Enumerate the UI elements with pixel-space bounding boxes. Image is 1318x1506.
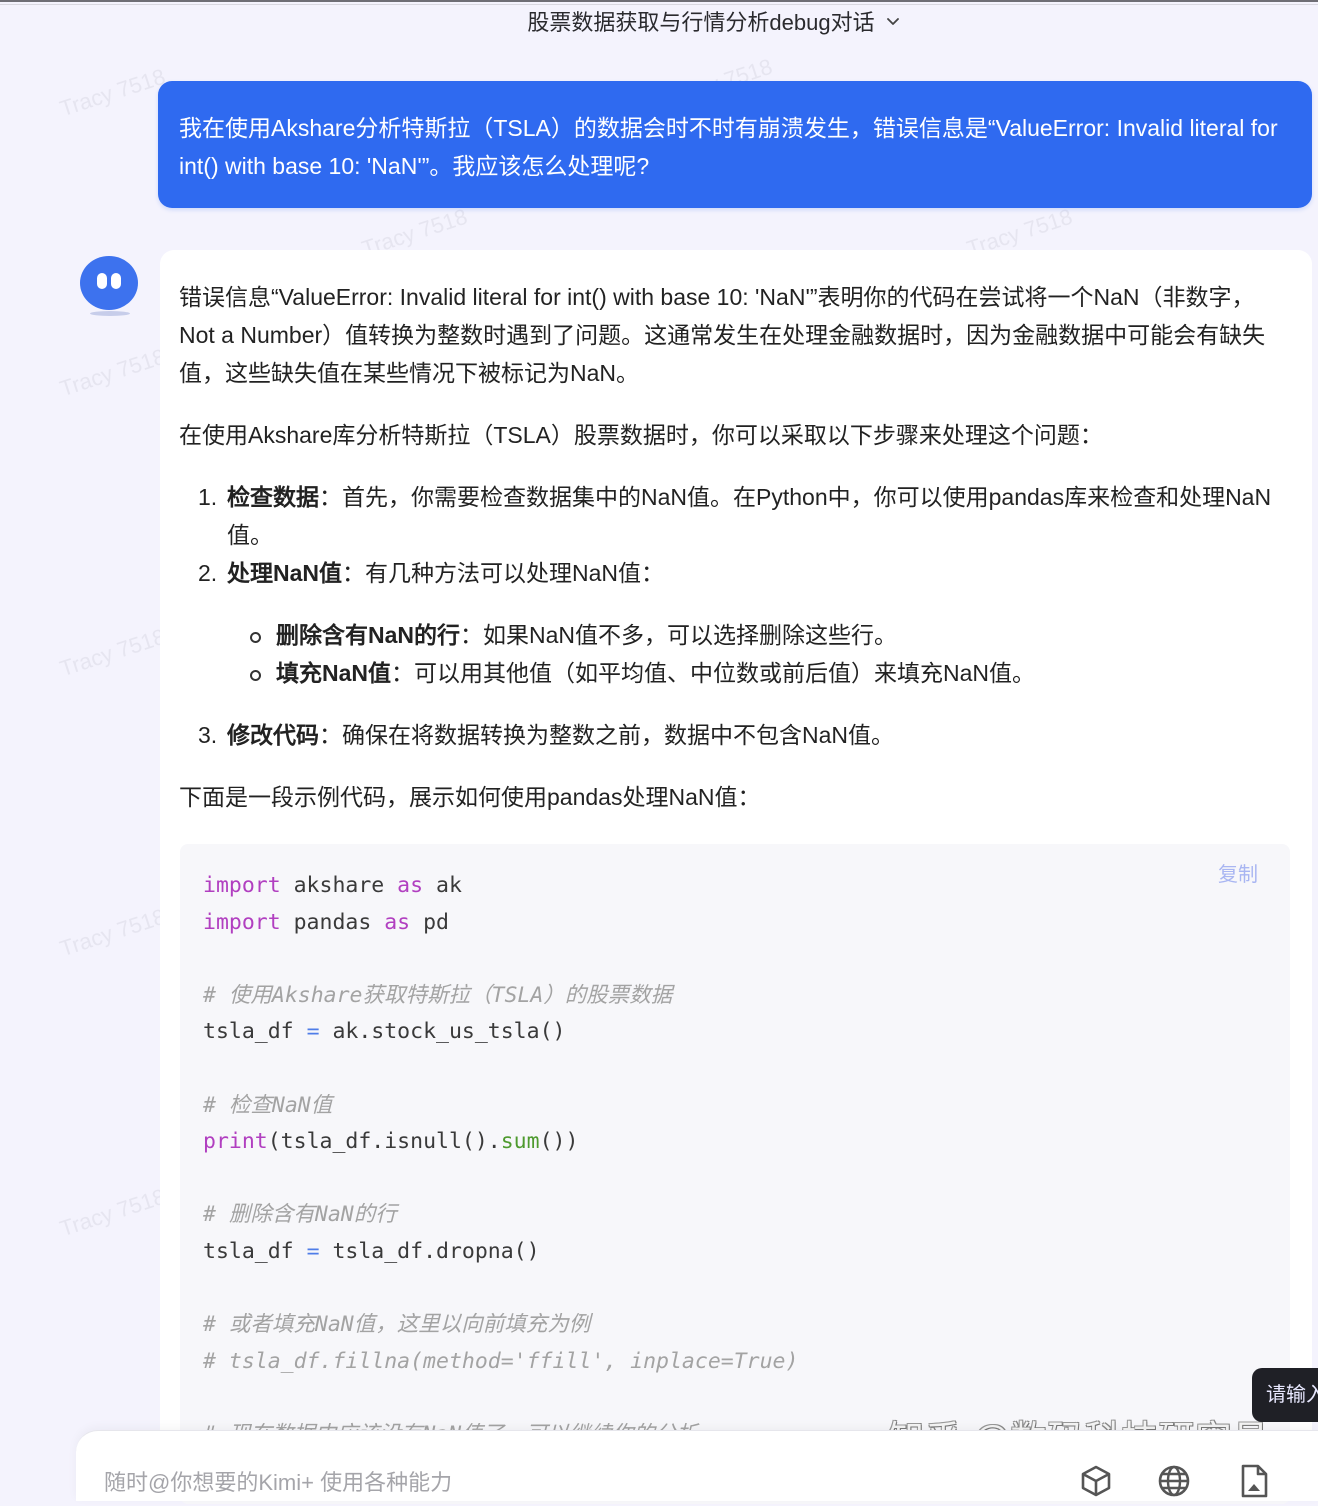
avatar-eye [97, 273, 107, 289]
assistant-message: 错误信息“ValueError: Invalid literal for int… [160, 250, 1312, 1504]
cube-icon[interactable] [1076, 1461, 1116, 1497]
code-comment: # 删除含有NaN的行 [203, 1202, 397, 1228]
sub-step-title: 删除含有NaN的行 [276, 622, 461, 648]
step-text: ：确保在将数据转换为整数之前，数据中不包含NaN值。 [319, 722, 895, 748]
code-block: 复制 import akshare as ak import pandas as … [180, 844, 1290, 1504]
code-intro: 下面是一段示例代码，展示如何使用pandas处理NaN值： [179, 784, 761, 810]
step-text: ：有几种方法可以处理NaN值： [342, 560, 665, 586]
bullet-icon [250, 670, 261, 681]
file-icon[interactable] [1234, 1461, 1274, 1498]
step-title: 处理NaN值 [227, 560, 343, 586]
watermark: Tracy 7518 [56, 1183, 169, 1242]
sub-step-list: 删除含有NaN的行：如果NaN值不多，可以选择删除这些行。 填充NaN值：可以用… [179, 616, 1289, 692]
answer-lead: 在使用Akshare库分析特斯拉（TSLA）股票数据时，你可以采取以下步骤来处理… [179, 422, 1103, 448]
conversation-title[interactable]: 股票数据获取与行情分析debug对话 [527, 5, 874, 37]
sub-step-text: ：如果NaN值不多，可以选择删除这些行。 [460, 622, 898, 648]
code-line: import akshare as ak [203, 873, 462, 898]
watermark: Tracy 7518 [56, 343, 169, 402]
window-top-border [0, 0, 1318, 2]
step-text: ：首先，你需要检查数据集中的NaN值。在Python中，你可以使用pandas库… [227, 484, 1272, 548]
watermark: Tracy 7518 [56, 623, 169, 682]
sub-step-item: 删除含有NaN的行：如果NaN值不多，可以选择删除这些行。 [179, 616, 1289, 654]
user-message-bubble: 我在使用Akshare分析特斯拉（TSLA）的数据会时不时有崩溃发生，错误信息是… [158, 81, 1312, 208]
step-number: 1. [198, 484, 218, 510]
step-title: 检查数据 [227, 484, 319, 510]
sub-step-text: ：可以用其他值（如平均值、中位数或前后值）来填充NaN值。 [391, 660, 1036, 686]
step-number: 3. [198, 722, 218, 748]
input-tooltip: 请输入 [1252, 1368, 1318, 1422]
copy-button[interactable]: 复制 [1218, 858, 1258, 887]
code-comment: # 检查NaN值 [203, 1092, 333, 1118]
sub-step-title: 填充NaN值 [276, 660, 392, 686]
step-item: 1. 检查数据：首先，你需要检查数据集中的NaN值。在Python中，你可以使用… [179, 478, 1289, 554]
avatar-shadow [90, 311, 130, 316]
code-comment: # tsla_df.fillna(method='ffill', inplace… [203, 1348, 799, 1374]
kimi-avatar [80, 256, 138, 310]
code-comment: # 使用Akshare获取特斯拉（TSLA）的股票数据 [203, 982, 673, 1008]
code-line: tsla_df = ak.stock_us_tsla() [203, 1019, 566, 1045]
code-line: import pandas as pd [203, 909, 449, 935]
sub-step-item: 填充NaN值：可以用其他值（如平均值、中位数或前后值）来填充NaN值。 [179, 654, 1289, 692]
chat-input-bar[interactable]: 随时@你想要的Kimi+ 使用各种能力 [76, 1430, 1318, 1501]
answer-intro: 错误信息“ValueError: Invalid literal for int… [179, 284, 1266, 386]
code-line: print(tsla_df.isnull().sum()) [203, 1129, 579, 1155]
step-item: 2. 处理NaN值：有几种方法可以处理NaN值： [179, 554, 1289, 592]
step-title: 修改代码 [227, 722, 319, 748]
code-comment: # 或者填充NaN值，这里以向前填充为例 [203, 1312, 591, 1338]
watermark: Tracy 7518 [56, 63, 169, 122]
code-content: import akshare as ak import pandas as pd #… [203, 868, 798, 1454]
step-item: 3. 修改代码：确保在将数据转换为整数之前，数据中不包含NaN值。 [179, 716, 1289, 754]
watermark: Tracy 7518 [56, 903, 169, 962]
code-line: tsla_df = tsla_df.dropna() [203, 1238, 540, 1264]
chevron-down-icon[interactable] [885, 13, 901, 29]
avatar-eye [111, 273, 121, 289]
bullet-icon [250, 632, 261, 643]
step-number: 2. [198, 560, 218, 586]
user-message-text: 我在使用Akshare分析特斯拉（TSLA）的数据会时不时有崩溃发生，错误信息是… [179, 115, 1278, 179]
conversation-header[interactable]: 股票数据获取与行情分析debug对话 [0, 6, 1318, 36]
globe-icon[interactable] [1154, 1461, 1194, 1497]
chat-input[interactable]: 随时@你想要的Kimi+ 使用各种能力 [104, 1465, 452, 1497]
